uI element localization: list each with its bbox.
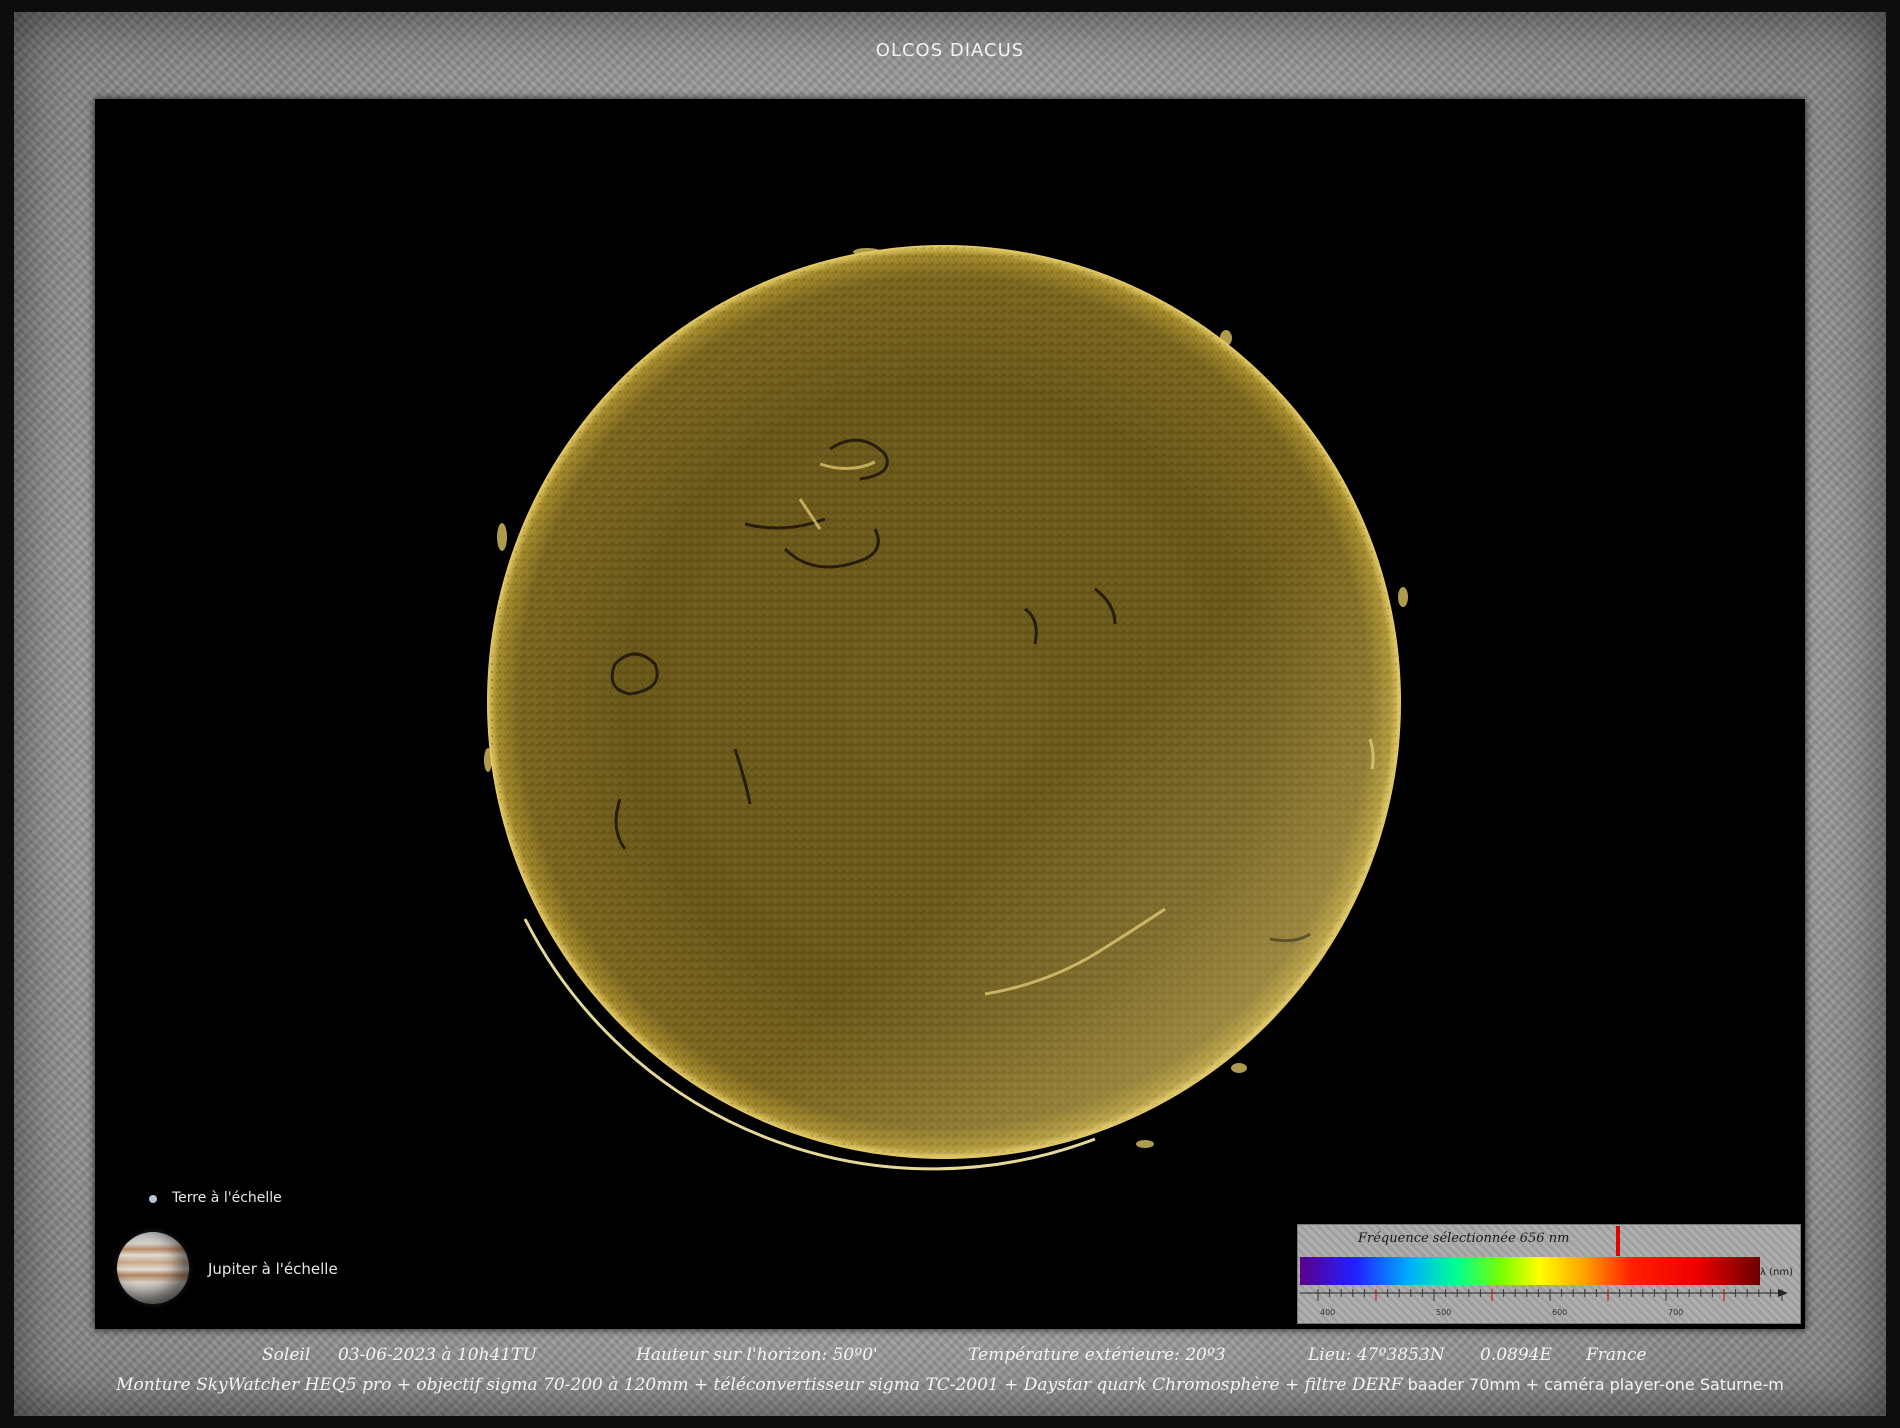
solar-photo [95, 99, 1805, 1329]
tick-label-600: 600 [1552, 1308, 1567, 1317]
observation-caption: Soleil 03-06-2023 à 10h41TU Hauteur sur … [0, 1345, 1900, 1369]
spectrum-legend: Fréquence sélectionnée 656 nm λ (nm) 400… [1297, 1224, 1801, 1324]
tick-label-400: 400 [1320, 1308, 1335, 1317]
spectrum-label: Fréquence sélectionnée 656 nm [1358, 1231, 1570, 1246]
caption-longitude: 0.0894E [1480, 1345, 1552, 1365]
image-title: OLCOS DIACUS [875, 40, 1025, 61]
wavelength-ruler: 400 500 600 700 [1300, 1289, 1788, 1317]
tick-label-500: 500 [1436, 1308, 1451, 1317]
caption-country: France [1586, 1345, 1647, 1365]
caption-latitude: Lieu: 47º3853N [1308, 1345, 1445, 1365]
jupiter-scale-image [117, 1232, 189, 1304]
equipment-italic: Monture SkyWatcher HEQ5 pro + objectif s… [116, 1375, 1403, 1395]
caption-temperature: Température extérieure: 20º3 [968, 1345, 1226, 1365]
wavelength-axis-label: λ (nm) [1760, 1267, 1793, 1278]
sun-disk-image [484, 245, 1408, 1171]
earth-scale-label: Terre à l'échelle [172, 1190, 282, 1206]
spectrum-color-bar [1300, 1257, 1760, 1285]
jupiter-scale-label: Jupiter à l'échelle [208, 1260, 338, 1278]
selected-frequency-marker [1616, 1226, 1620, 1256]
earth-scale-dot [149, 1195, 157, 1203]
equipment-caption: Monture SkyWatcher HEQ5 pro + objectif s… [0, 1375, 1900, 1395]
tick-label-700: 700 [1668, 1308, 1683, 1317]
equipment-upright: baader 70mm + caméra player-one Saturne-… [1402, 1375, 1784, 1394]
caption-datetime: 03-06-2023 à 10h41TU [338, 1345, 537, 1365]
caption-altitude: Hauteur sur l'horizon: 50º0' [636, 1345, 878, 1365]
caption-object: Soleil [262, 1345, 311, 1365]
